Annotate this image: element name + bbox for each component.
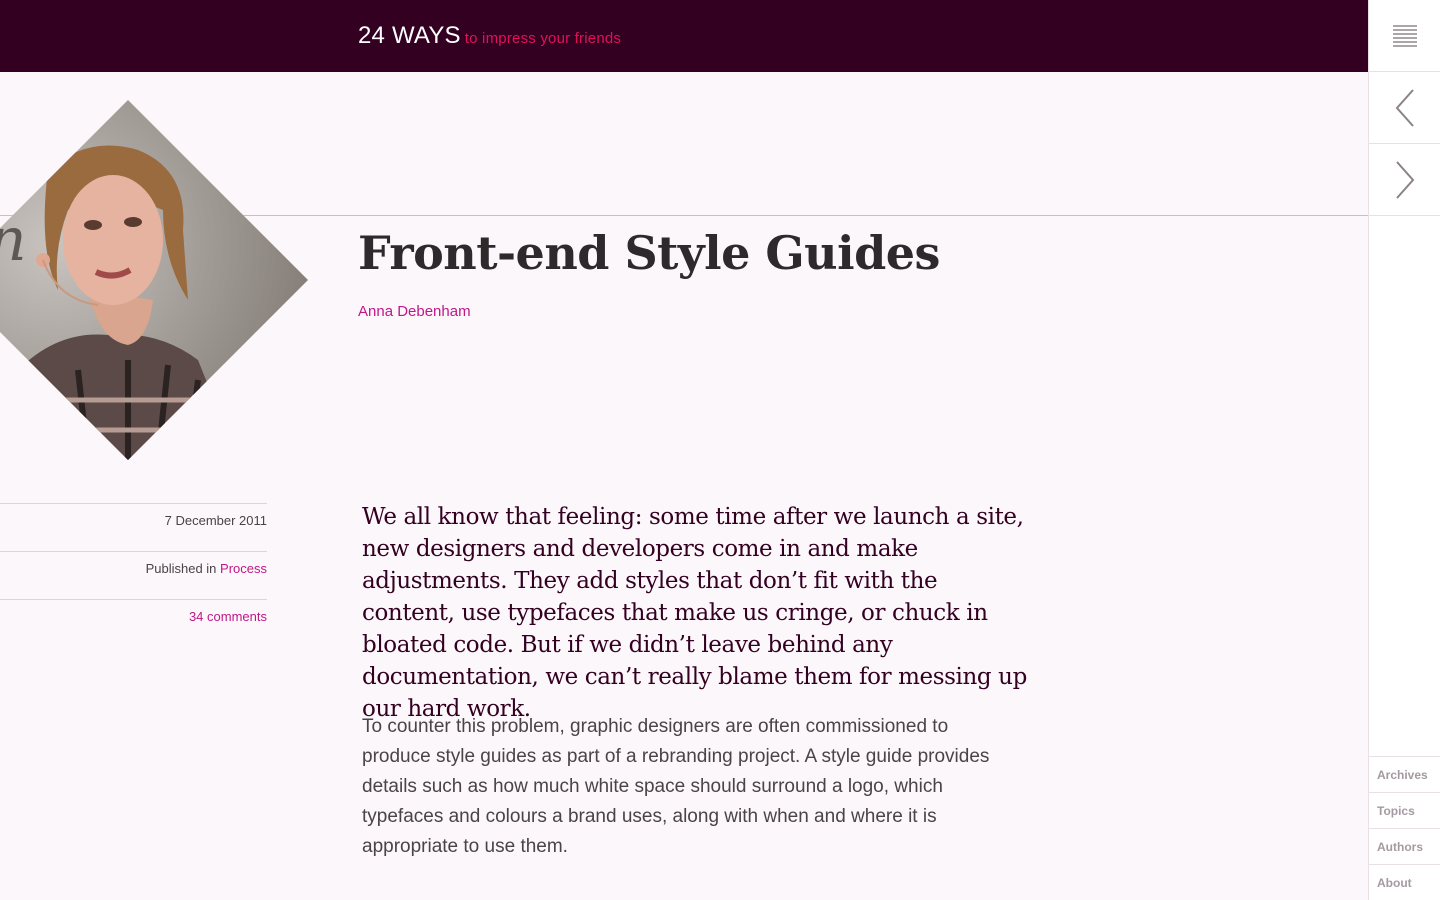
nav-authors[interactable]: Authors bbox=[1369, 828, 1440, 864]
hamburger-icon bbox=[1393, 24, 1417, 47]
article-meta: 7 December 2011 Published in Process 34 … bbox=[0, 503, 267, 647]
previous-article-button[interactable] bbox=[1369, 72, 1440, 144]
meta-category: Published in Process bbox=[0, 551, 267, 599]
article-paragraph: To counter this problem, graphic designe… bbox=[362, 716, 990, 857]
meta-date: 7 December 2011 bbox=[0, 503, 267, 551]
comments-link[interactable]: 34 comments bbox=[189, 609, 267, 624]
site-brand[interactable]: 24 WAYS to impress your friends bbox=[358, 22, 621, 50]
author-link[interactable]: Anna Debenham bbox=[358, 303, 471, 320]
published-in-label: Published in bbox=[145, 561, 217, 576]
publish-date: 7 December 2011 bbox=[164, 513, 267, 528]
nav-about[interactable]: About bbox=[1369, 864, 1440, 900]
svg-text:n: n bbox=[0, 205, 27, 275]
article-lede: We all know that feeling: some time afte… bbox=[362, 504, 1027, 722]
brand-name[interactable]: 24 WAYS bbox=[358, 22, 461, 49]
menu-button[interactable] bbox=[1369, 0, 1440, 72]
top-bar: 24 WAYS to impress your friends bbox=[0, 0, 1368, 72]
category-link[interactable]: Process bbox=[220, 561, 267, 576]
next-article-button[interactable] bbox=[1369, 144, 1440, 216]
nav-archives[interactable]: Archives bbox=[1369, 756, 1440, 792]
author-portrait: n bbox=[0, 100, 308, 460]
chevron-left-icon bbox=[1395, 88, 1414, 127]
brand-tagline: to impress your friends bbox=[464, 30, 622, 47]
chevron-right-icon bbox=[1396, 160, 1415, 199]
footer-nav: Archives Topics Authors About bbox=[1369, 756, 1440, 900]
meta-comments: 34 comments bbox=[0, 599, 267, 647]
right-nav-rail: Archives Topics Authors About bbox=[1368, 0, 1440, 900]
nav-topics[interactable]: Topics bbox=[1369, 792, 1440, 828]
article-title: Front-end Style Guides bbox=[358, 226, 940, 280]
